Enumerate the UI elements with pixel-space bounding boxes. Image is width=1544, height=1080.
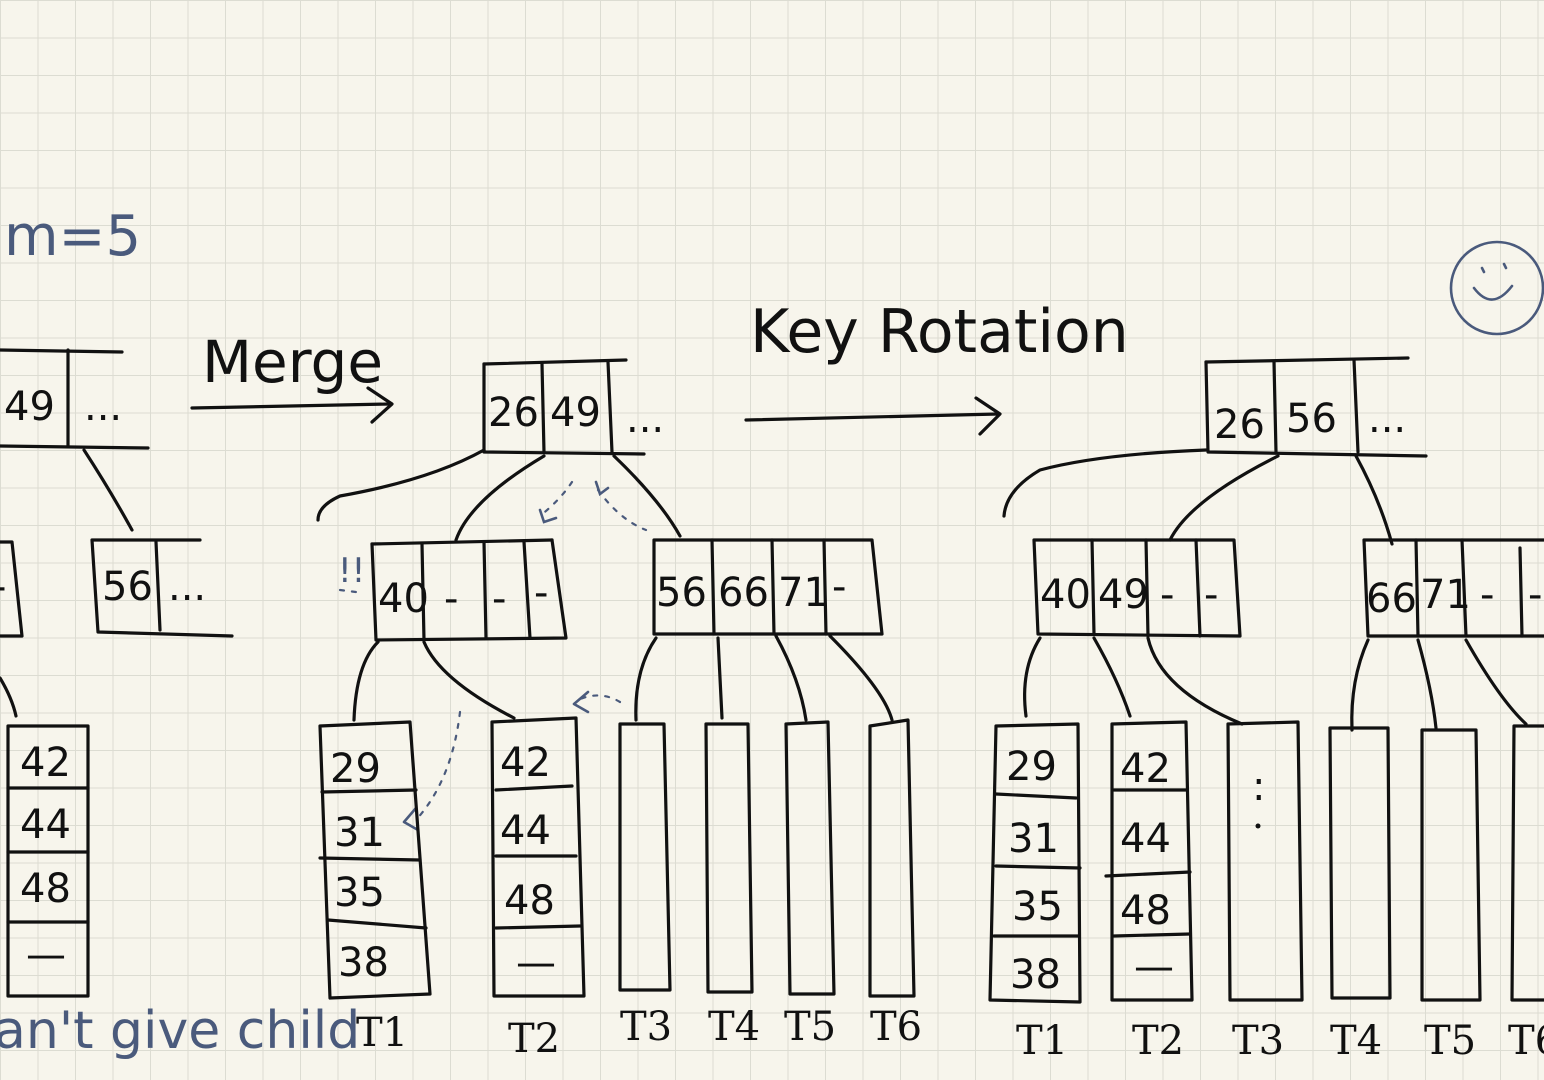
right-leaf-t2: 42 44 48 —: [1104, 720, 1194, 1002]
key-rotation-label: Key Rotation: [750, 297, 1129, 367]
node-key: -: [444, 576, 458, 622]
leaf-label: T5: [784, 1004, 836, 1050]
middle-leaves-empty: [618, 718, 916, 998]
right-child-edges: [1023, 636, 1528, 732]
leaf-label: T3: [1232, 1018, 1284, 1064]
key-rotation-arrow: [744, 396, 1002, 436]
node-key: -: [1160, 572, 1174, 618]
leaf-key: 31: [334, 810, 385, 856]
right-leaf-t1: 29 31 35 38: [988, 722, 1082, 1004]
node-key: 49: [4, 384, 55, 430]
smiley-face-icon: [1449, 240, 1544, 336]
middle-leaf-t2: 42 44 48 —: [490, 716, 586, 998]
node-key: 66: [718, 570, 769, 616]
leaf-label: T5: [1424, 1018, 1476, 1064]
node-key: 56: [656, 570, 707, 616]
leaf-key: 42: [500, 740, 551, 786]
leaf-key: 29: [1006, 744, 1057, 790]
node-ellipsis: ...: [84, 384, 122, 430]
leaf-key: 31: [1008, 816, 1059, 862]
leaf-label: T6: [1508, 1018, 1544, 1064]
node-key: 40: [378, 576, 429, 622]
leaf-key: 48: [504, 878, 555, 924]
leaf-key: 48: [1120, 888, 1171, 934]
right-leaf-labels: T1 T2 T3 T4 T5 T6: [1016, 1018, 1544, 1064]
leaf-dots: :: [1252, 764, 1265, 810]
middle-leaf-t1: 29 31 35 38: [318, 720, 432, 1000]
node-key: 40: [1040, 572, 1091, 618]
leaf-dot: [1255, 823, 1261, 829]
left-leaf-node: 42 44 48 —: [6, 724, 90, 998]
leaf-key: 35: [334, 870, 385, 916]
middle-child-edges: [352, 634, 894, 722]
node-ellipsis: ...: [168, 564, 206, 610]
leaf-key: 29: [330, 746, 381, 792]
leaf-label: T3: [620, 1004, 672, 1050]
right-root-node: 26 56 ...: [1204, 356, 1428, 458]
leaf-label: T4: [1330, 1018, 1382, 1064]
leaf-key: 44: [1120, 816, 1171, 862]
right-leaves-empty: :: [1226, 720, 1544, 1002]
leaf-label: T6: [870, 1004, 922, 1050]
merge-label: Merge: [202, 328, 383, 396]
node-key: -: [1204, 572, 1218, 618]
node-key: 26: [1214, 402, 1265, 448]
leaf-key: —: [516, 940, 556, 986]
middle-leaf-labels: T1 T2 T3 T4 T5 T6: [356, 1004, 922, 1062]
node-key: -: [0, 564, 6, 610]
node-key: 71: [778, 570, 829, 616]
leaf-label: T1: [356, 1010, 408, 1056]
leaf-key: 48: [20, 866, 71, 912]
leaf-key: 38: [1010, 952, 1061, 998]
btree-diagram: m=5 an't give child !! Merge Key Rotatio…: [0, 204, 1544, 1064]
middle-left-child-node: 40 - - -: [370, 538, 568, 642]
left-parent-node: 49 ...: [0, 348, 150, 450]
leaf-key: 35: [1012, 884, 1063, 930]
node-key: -: [1528, 572, 1542, 618]
left-right-child-node: 56 ...: [90, 538, 234, 638]
emphasis-mark: !!: [338, 551, 365, 591]
leaf-label: T1: [1016, 1018, 1068, 1064]
leaf-label: T2: [1132, 1018, 1184, 1064]
node-key: 56: [102, 564, 153, 610]
node-key: -: [832, 564, 846, 610]
middle-root-node: 26 49 ...: [482, 358, 664, 456]
node-key: -: [1480, 572, 1494, 618]
leaf-key: —: [26, 932, 66, 978]
node-key: 49: [1098, 572, 1149, 618]
node-key: 71: [1420, 572, 1471, 618]
leaf-key: 42: [20, 740, 71, 786]
leaf-key: 38: [338, 940, 389, 986]
node-key: 66: [1366, 576, 1417, 622]
leaf-key: —: [1134, 944, 1174, 990]
leaf-key: 44: [500, 808, 551, 854]
node-key: -: [492, 576, 506, 622]
node-ellipsis: ...: [1368, 396, 1406, 442]
right-root-edges: [1002, 448, 1394, 546]
middle-root-edges: [316, 448, 682, 542]
left-child-node: -: [0, 540, 24, 638]
right-right-child-node: 66 71 - -: [1362, 538, 1544, 638]
middle-right-child-node: 56 66 71 -: [652, 538, 884, 636]
node-ellipsis: ...: [626, 396, 664, 442]
note-text: an't give child: [0, 1001, 360, 1061]
leaf-key: 44: [20, 802, 71, 848]
node-key: 26: [488, 390, 539, 436]
leaf-label: T4: [708, 1004, 760, 1050]
leaf-key: 42: [1120, 746, 1171, 792]
right-left-child-node: 40 49 - -: [1032, 538, 1242, 638]
leaf-label: T2: [508, 1016, 560, 1062]
order-label: m=5: [4, 204, 141, 269]
node-key: -: [534, 570, 548, 616]
node-key: 56: [1286, 396, 1337, 442]
node-key: 49: [550, 390, 601, 436]
